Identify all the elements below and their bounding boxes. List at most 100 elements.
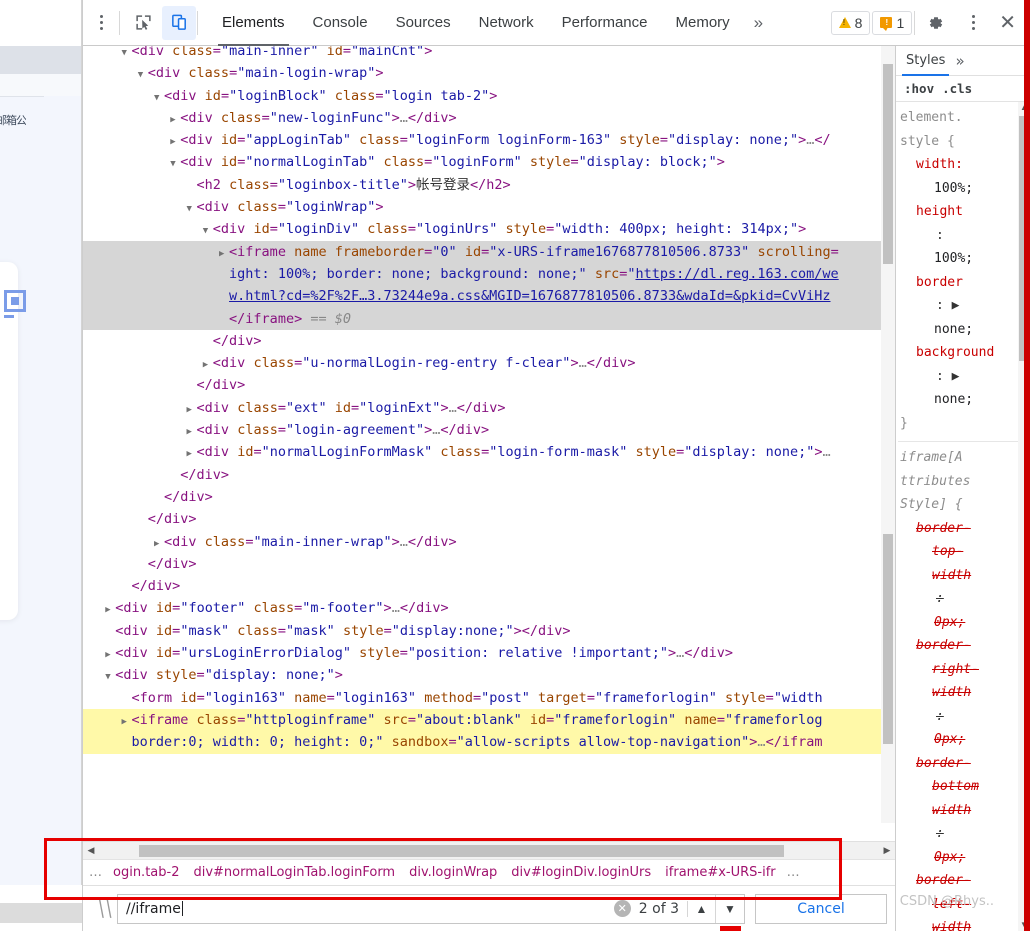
expand-triangle-down-icon[interactable]: ▼ [154,87,164,109]
breadcrumb-item[interactable]: ogin.tab-2 [106,865,186,880]
cancel-button[interactable]: Cancel [755,893,887,924]
search-next-button[interactable]: ▼ [716,895,744,931]
hscroll-right-arrow[interactable]: ▶ [879,845,895,856]
expand-triangle-right-icon[interactable]: ▶ [187,399,197,421]
breadcrumb-item[interactable]: div#normalLoginTab.loginForm [186,865,402,880]
search-input-wrapper[interactable]: //iframe ✕ 2 of 3 ▲ ▼ [117,893,745,931]
dom-tree-line[interactable]: ▼ <div id="normalLoginTab" class="loginFo… [83,151,895,173]
dom-tree-line[interactable]: ight: 100%; border: none; background: no… [83,262,895,286]
dom-tree-line[interactable]: ▶ <div class="ext" id="loginExt">…</div> [83,397,895,419]
dom-tree-line[interactable]: </iframe> == $0 [83,307,895,330]
dom-tree-line[interactable]: </div> [83,508,895,530]
dom-tree-line[interactable]: ▶ <div id="ursLoginErrorDialog" style="po… [83,642,895,664]
style-property-value[interactable]: 0px; [900,611,1030,635]
dom-tree-line[interactable]: </div> [83,330,895,352]
style-property-name[interactable]: height [900,200,1030,224]
style-property-name[interactable]: border- [900,517,1030,541]
breadcrumb-overflow-left[interactable]: … [85,865,106,880]
tab-performance[interactable]: Performance [548,0,662,46]
hscroll-thumb[interactable] [139,844,784,857]
expand-triangle-down-icon[interactable]: ▼ [138,64,148,86]
tab-memory[interactable]: Memory [662,0,744,46]
styles-rules-list[interactable]: element. style {width: 100%; height:100%; bo… [896,102,1030,931]
breadcrumb-item[interactable]: div.loginWrap [402,865,504,880]
clear-search-icon[interactable]: ✕ [613,900,631,917]
dom-tree-line[interactable]: w.html?cd=%2F%2F…3.73244e9a.css&MGID=167… [83,285,895,308]
search-input[interactable]: //iframe [126,900,614,917]
style-rule[interactable]: iframe[A ttributes Style] {border-top-widt… [898,446,1030,931]
tab-elements[interactable]: Elements [208,0,299,46]
dom-tree-line[interactable]: </div> [83,464,895,486]
dom-tree-line[interactable]: ▶ <div id="normalLoginFormMask" class="lo… [83,441,895,463]
dom-tree-line[interactable]: ▼ <div class="main-login-wrap"> [83,62,895,84]
style-rule[interactable]: element. style {width: 100%; height:100%; bo… [898,106,1030,435]
dom-tree-scroll-area[interactable]: ▼ <div class="main-inner" id="mainCnt"> ▼… [83,46,895,841]
style-property-value[interactable]: none; [900,318,1030,342]
dom-tree-line[interactable]: ▼ <div style="display: none;"> [83,664,895,686]
tab-console[interactable]: Console [299,0,382,46]
dom-token-lnk[interactable]: w.html?cd=%2F%2F…3.73244e9a.css&MGID=167… [229,288,830,304]
expand-triangle-right-icon[interactable]: ▶ [170,131,180,153]
gear-icon[interactable] [918,6,952,40]
expand-triangle-right-icon[interactable]: ▶ [154,533,164,555]
dom-tree-line[interactable]: <h2 class="loginbox-title">帐号登录</h2> [83,174,895,196]
tab-network[interactable]: Network [465,0,548,46]
hov-toggle[interactable]: :hov [904,81,934,96]
style-property-value[interactable]: 100%; [900,177,1030,201]
dom-tree-line[interactable]: <div id="mask" class="mask" style="displ… [83,620,895,642]
style-property-value[interactable]: 0px; [900,846,1030,870]
dom-token-lnk[interactable]: https://dl.reg.163.com/we [635,266,838,282]
cls-toggle[interactable]: .cls [942,81,972,96]
dom-tree-line[interactable]: ▶ <div class="u-normalLogin-reg-entry f-c… [83,352,895,374]
dom-tree-line[interactable]: </div> [83,575,895,597]
tab-styles[interactable]: Styles [901,46,950,76]
dom-tree-line[interactable]: </div> [83,486,895,508]
dom-tree-line[interactable]: ▶ <div class="login-agreement">…</div> [83,419,895,441]
hscroll-track[interactable] [99,842,879,860]
dom-tree-line[interactable]: ▶ <div class="new-loginFunc">…</div> [83,107,895,129]
error-badge[interactable]: ! 1 [872,10,913,35]
dom-tree-line[interactable]: <form id="login163" name="login163" meth… [83,687,895,709]
breadcrumb-overflow-right[interactable]: … [783,865,804,880]
dom-tree-line[interactable]: ▼ <div id="loginBlock" class="login tab-2… [83,85,895,107]
dom-tree-line[interactable]: ▶ <iframe name frameborder="0" id="x-URS-… [83,240,895,265]
expand-triangle-right-icon[interactable]: ▶ [187,421,197,443]
expand-triangle-right-icon[interactable]: ▶ [170,109,180,131]
dom-vscroll-thumb[interactable] [883,534,893,744]
expand-triangle-right-icon[interactable]: ▶ [105,644,115,666]
dom-tree-line[interactable]: ▼ <div class="loginWrap"> [83,196,895,218]
dom-tree-line[interactable]: ▶ <iframe class="httploginframe" src="abo… [83,708,895,733]
expand-triangle-right-icon[interactable]: ▶ [122,711,132,733]
tab-sources[interactable]: Sources [382,0,465,46]
expand-triangle-right-icon[interactable]: ▶ [219,243,229,265]
more-tabs-icon[interactable]: » [744,13,773,33]
close-icon[interactable]: ✕ [993,13,1022,33]
search-prev-button[interactable]: ▲ [688,894,716,923]
style-property-name[interactable]: border- [900,634,1030,658]
expand-triangle-down-icon[interactable]: ▼ [170,153,180,175]
resize-grip-icon[interactable]: ╲╲ [88,899,120,919]
style-property-name[interactable]: border- [900,869,1030,893]
dom-tree-line[interactable]: </div> [83,374,895,396]
dom-tree-line[interactable]: ▼ <div id="loginDiv" class="loginUrs" sty… [83,218,895,240]
dom-tree-line[interactable]: ▶ <div id="footer" class="m-footer">…</di… [83,597,895,619]
breadcrumb-item[interactable]: div#loginDiv.loginUrs [504,865,658,880]
expand-triangle-right-icon[interactable]: ▶ [187,443,197,465]
device-toolbar-icon[interactable] [162,5,196,40]
style-property-value[interactable]: 100%; [900,247,1030,271]
dom-tree-line[interactable]: ▶ <div class="main-inner-wrap">…</div> [83,531,895,553]
expand-triangle-down-icon[interactable]: ▼ [105,666,115,688]
dom-tree-line[interactable]: </div> [83,553,895,575]
expand-triangle-right-icon[interactable]: ▶ [203,354,213,376]
hscroll-left-arrow[interactable]: ◀ [83,845,99,856]
dom-tree-line[interactable]: ▶ <div id="appLoginTab" class="loginForm … [83,129,895,151]
kebab-menu-icon[interactable] [83,0,119,46]
dom-horizontal-scrollbar[interactable]: ◀ ▶ [83,841,895,859]
dom-tree-line[interactable]: ▼ <div class="main-inner" id="mainCnt"> [83,46,895,62]
style-property-value[interactable]: 0px; [900,728,1030,752]
warning-badge[interactable]: 8 [830,10,871,35]
expand-triangle-down-icon[interactable]: ▼ [187,198,197,220]
style-property-name[interactable]: background [900,341,1030,365]
expand-triangle-down-icon[interactable]: ▼ [203,220,213,242]
dom-vscroll-thumb-upper[interactable] [883,64,893,264]
